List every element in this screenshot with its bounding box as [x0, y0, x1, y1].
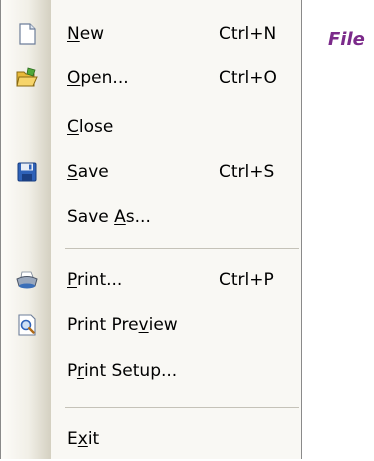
menu-item-print-label: Print... — [67, 270, 123, 290]
menu-item-print-preview[interactable]: Print Preview — [1, 303, 301, 347]
menu-item-new-shortcut: Ctrl+N — [219, 24, 277, 44]
new-document-icon — [15, 22, 39, 46]
menu-item-close[interactable]: Close — [1, 105, 301, 149]
menu-item-save[interactable]: Save Ctrl+S — [1, 150, 301, 194]
menu-item-new[interactable]: New Ctrl+N — [1, 12, 301, 56]
file-menu: New Ctrl+N Open... Ctrl+O Close Save Ctr… — [0, 0, 302, 459]
menu-separator — [65, 407, 299, 408]
floppy-disk-icon — [15, 160, 39, 184]
menu-item-open-shortcut: Ctrl+O — [219, 68, 277, 88]
menu-item-save-as[interactable]: Save As... — [1, 195, 301, 239]
printer-icon — [15, 268, 39, 292]
menu-item-print-setup-label: Print Setup... — [67, 361, 178, 381]
menu-item-save-label: Save — [67, 162, 109, 182]
menu-item-exit-label: Exit — [67, 429, 100, 449]
open-folder-icon — [15, 66, 39, 90]
menu-item-new-label: New — [67, 24, 105, 44]
menu-item-save-as-label: Save As... — [67, 207, 151, 227]
menu-separator — [65, 248, 299, 249]
menu-title: File — [328, 29, 365, 50]
menu-item-print[interactable]: Print... Ctrl+P — [1, 258, 301, 302]
menu-item-open-label: Open... — [67, 68, 129, 88]
menu-item-print-shortcut: Ctrl+P — [219, 270, 274, 290]
menu-item-save-shortcut: Ctrl+S — [219, 162, 275, 182]
print-preview-icon — [15, 313, 39, 337]
menu-item-open[interactable]: Open... Ctrl+O — [1, 56, 301, 100]
menu-item-print-preview-label: Print Preview — [67, 315, 178, 335]
menu-item-exit[interactable]: Exit — [1, 417, 301, 461]
menu-item-print-setup[interactable]: Print Setup... — [1, 349, 301, 393]
menu-item-close-label: Close — [67, 117, 114, 137]
